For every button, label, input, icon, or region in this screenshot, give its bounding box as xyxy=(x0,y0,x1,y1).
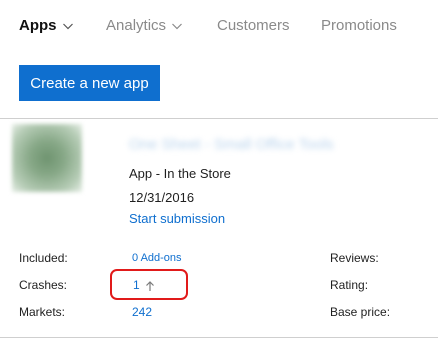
divider xyxy=(0,118,438,119)
markets-label: Markets: xyxy=(19,305,66,319)
nav-tab-apps-label: Apps xyxy=(19,17,57,34)
nav-tab-analytics[interactable]: Analytics xyxy=(106,17,183,34)
crashes-highlight-box xyxy=(110,269,188,300)
included-addons-link[interactable]: 0 Add-ons xyxy=(132,252,182,264)
chevron-down-icon xyxy=(171,20,183,32)
chevron-down-icon xyxy=(62,20,74,32)
base-price-label: Base price: xyxy=(330,305,391,319)
reviews-label: Reviews: xyxy=(330,251,379,265)
nav-tab-customers[interactable]: Customers xyxy=(217,17,290,34)
rating-label: Rating: xyxy=(330,278,369,292)
nav-tab-analytics-label: Analytics xyxy=(106,17,167,34)
app-date: 12/31/2016 xyxy=(129,190,195,205)
app-thumbnail[interactable] xyxy=(12,124,82,192)
app-status: App - In the Store xyxy=(129,166,231,181)
app-overview-page: Apps Analytics Customers Promotions Crea… xyxy=(0,0,438,340)
crashes-label: Crashes: xyxy=(19,278,68,292)
create-new-app-button[interactable]: Create a new app xyxy=(19,65,160,101)
app-name-link[interactable]: One Sheet - Small Office Tools xyxy=(129,136,379,153)
nav-tab-promotions[interactable]: Promotions xyxy=(321,17,397,34)
included-label: Included: xyxy=(19,251,68,265)
divider xyxy=(0,337,438,338)
nav-tab-customers-label: Customers xyxy=(217,17,290,34)
top-nav: Apps Analytics Customers Promotions xyxy=(0,0,438,56)
nav-tab-apps[interactable]: Apps xyxy=(19,17,74,34)
markets-link[interactable]: 242 xyxy=(132,305,152,319)
nav-tab-promotions-label: Promotions xyxy=(321,17,397,34)
start-submission-link[interactable]: Start submission xyxy=(129,211,225,226)
